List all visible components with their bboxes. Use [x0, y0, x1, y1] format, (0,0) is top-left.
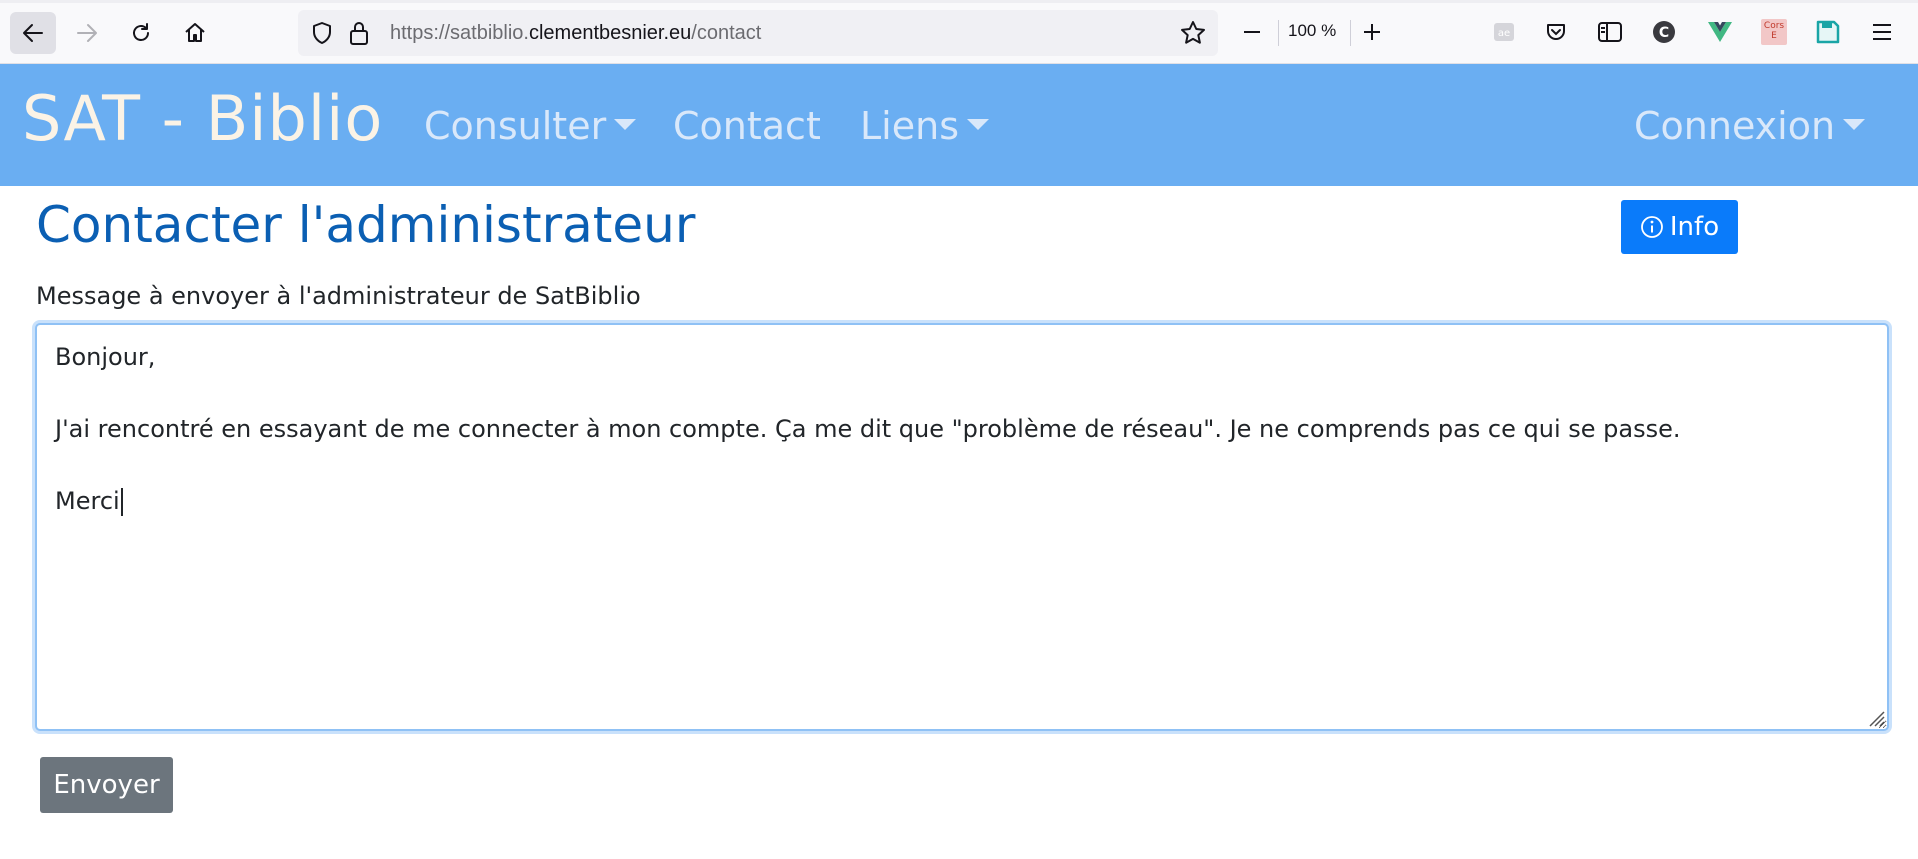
- message-label: Message à envoyer à l'administrateur de …: [36, 282, 641, 310]
- save-extension-button[interactable]: [1814, 18, 1842, 46]
- vue-devtools-button[interactable]: [1706, 18, 1734, 46]
- sidebar-icon: [1598, 22, 1622, 42]
- url-prefix: https://satbiblio.: [390, 22, 529, 44]
- nav-consulter-dropdown[interactable]: Consulter: [424, 104, 637, 148]
- brand-link[interactable]: SAT - Biblio: [22, 82, 383, 155]
- nav-connexion-label: Connexion: [1634, 104, 1836, 148]
- zoom-separator: [1278, 20, 1279, 46]
- info-circle-icon: [1640, 216, 1663, 238]
- nav-liens-label: Liens: [860, 104, 959, 148]
- reload-icon: [133, 23, 149, 41]
- plus-icon: [1364, 24, 1380, 40]
- url-domain: clementbesnier.eu: [528, 22, 692, 44]
- forward-button[interactable]: [64, 12, 110, 54]
- minus-icon: [1244, 31, 1260, 33]
- site-navbar: SAT - Biblio Consulter Contact Liens Con…: [0, 64, 1918, 186]
- browser-toolbar: https://satbiblio.clementbesnier.eu/cont…: [0, 0, 1918, 64]
- resize-grip-icon[interactable]: [1865, 707, 1885, 727]
- translate-icon: ae: [1494, 23, 1514, 41]
- shield-icon[interactable]: [310, 21, 334, 45]
- lock-icon[interactable]: [348, 20, 370, 46]
- reload-button[interactable]: [118, 12, 164, 54]
- send-button[interactable]: Envoyer: [40, 757, 173, 813]
- message-line-last: Merci: [55, 483, 1869, 519]
- vue-icon: [1708, 22, 1732, 42]
- cors-extension-button[interactable]: Cors E: [1760, 18, 1788, 46]
- home-icon: [185, 23, 205, 42]
- info-button[interactable]: Info: [1621, 200, 1738, 254]
- nav-connexion-dropdown[interactable]: Connexion: [1634, 104, 1866, 148]
- svg-text:C: C: [1659, 25, 1669, 41]
- message-textarea[interactable]: Bonjour, J'ai rencontré en essayant de m…: [35, 323, 1889, 731]
- zoom-in-button[interactable]: [1358, 18, 1386, 46]
- address-bar[interactable]: https://satbiblio.clementbesnier.eu/cont…: [298, 10, 1218, 56]
- back-button[interactable]: [10, 12, 56, 54]
- zoom-out-button[interactable]: [1238, 18, 1266, 46]
- caret-down-icon: [967, 119, 989, 130]
- zoom-separator: [1350, 20, 1351, 46]
- text-cursor: [120, 488, 123, 516]
- url-path: /contact: [691, 22, 762, 44]
- floppy-disk-icon: [1816, 20, 1840, 44]
- caret-down-icon: [1843, 119, 1866, 130]
- nav-contact-label: Contact: [673, 104, 821, 148]
- extension-c-button[interactable]: C: [1650, 18, 1678, 46]
- tab-strip-edge: [0, 0, 1918, 3]
- bookmark-star-icon[interactable]: [1180, 20, 1206, 46]
- nav-consulter-label: Consulter: [424, 104, 607, 148]
- pocket-button[interactable]: [1542, 18, 1570, 46]
- message-line: Bonjour,: [55, 343, 156, 371]
- caret-down-icon: [614, 119, 637, 130]
- info-button-label: Info: [1669, 212, 1720, 242]
- page-title: Contacter l'administrateur: [36, 196, 696, 254]
- hamburger-menu-icon: [1873, 24, 1891, 40]
- svg-text:ae: ae: [1498, 28, 1510, 39]
- reader-sidebar-button[interactable]: [1596, 18, 1624, 46]
- message-line: [55, 447, 1869, 483]
- nav-liens-dropdown[interactable]: Liens: [860, 104, 989, 148]
- message-line: [55, 375, 1869, 411]
- c-extension-icon: C: [1653, 21, 1675, 43]
- nav-contact-link[interactable]: Contact: [673, 104, 821, 148]
- cors-icon: Cors E: [1761, 19, 1787, 45]
- home-button[interactable]: [172, 12, 218, 54]
- message-line-text: Merci: [55, 487, 120, 515]
- extension-translate-button[interactable]: ae: [1490, 18, 1518, 46]
- zoom-level[interactable]: 100 %: [1288, 21, 1336, 41]
- back-arrow-icon: [23, 24, 43, 42]
- pocket-icon: [1547, 24, 1565, 40]
- message-line: J'ai rencontré en essayant de me connect…: [55, 415, 1681, 443]
- forward-arrow-icon: [77, 24, 97, 42]
- app-menu-button[interactable]: [1868, 18, 1896, 46]
- url-text[interactable]: https://satbiblio.clementbesnier.eu/cont…: [390, 22, 761, 45]
